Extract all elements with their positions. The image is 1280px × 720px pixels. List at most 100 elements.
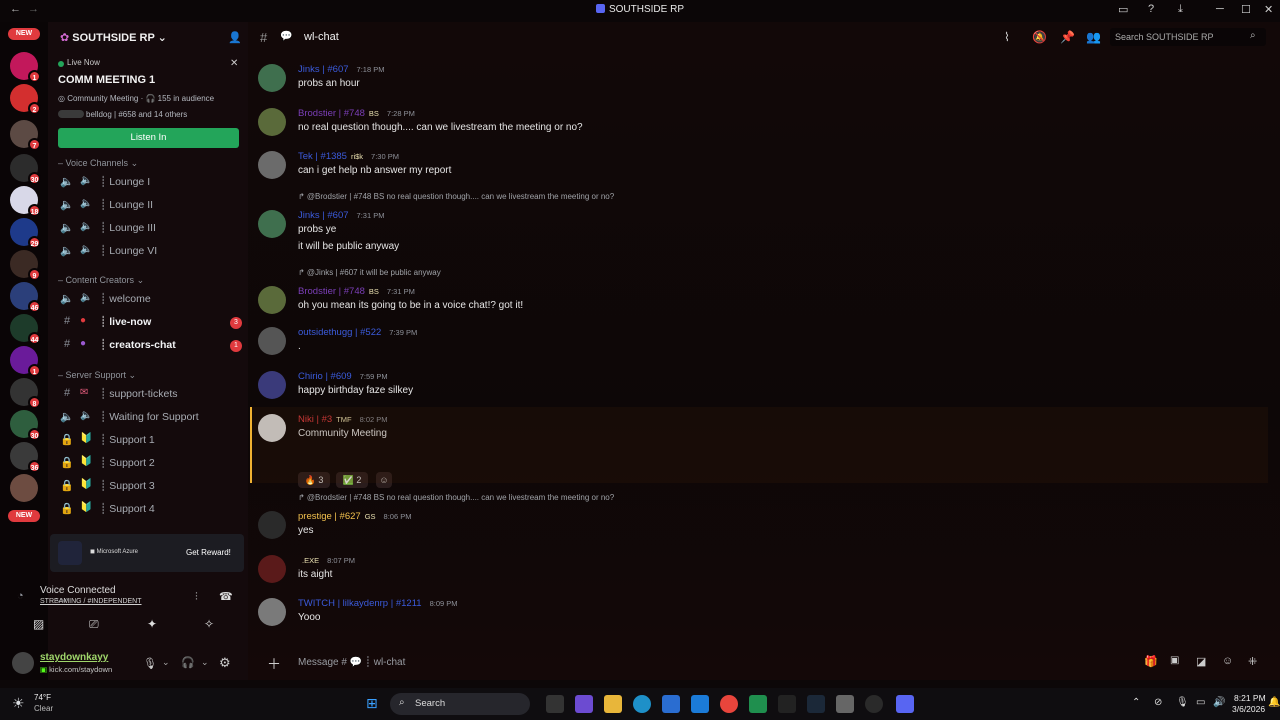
author-name[interactable]: prestige | #627 (298, 511, 361, 522)
avatar[interactable] (258, 210, 286, 238)
pin-icon[interactable]: 📌 (1060, 30, 1075, 44)
add-member-icon[interactable]: 👤 (228, 31, 242, 44)
add-attachment-icon[interactable]: ＋ (267, 654, 281, 674)
channel-creators-chat[interactable]: # ● ┊ creators-chat 1 (56, 335, 242, 356)
minimize-icon[interactable]: ─ (1216, 3, 1224, 15)
username[interactable]: staydownkayy (40, 652, 108, 663)
steam-icon[interactable] (807, 695, 825, 713)
avatar[interactable] (258, 327, 286, 355)
message-author[interactable]: outsidethugg | #522 7:39 PM (298, 327, 417, 338)
avatar[interactable] (258, 511, 286, 539)
message-author[interactable]: Jinks | #607 7:31 PM (298, 210, 384, 221)
settings-gear-icon[interactable]: ⚙ (219, 655, 231, 671)
gift-icon[interactable]: 🎁 (1144, 655, 1158, 668)
noise-suppression-icon[interactable]: ⫶ (195, 591, 198, 604)
server-icon[interactable]: 7 (10, 120, 41, 151)
chrome-icon[interactable] (720, 695, 738, 713)
outlook-icon[interactable] (691, 695, 709, 713)
message-author[interactable]: Brodstier | #748 BS 7:28 PM (298, 108, 415, 119)
get-reward-button[interactable]: Get Reward! (186, 548, 231, 557)
channel-support-3[interactable]: 🔒 🔰 ┊ Support 3 (56, 476, 242, 497)
avatar[interactable] (258, 108, 286, 136)
channel-lounge-i[interactable]: 🔈 🔈 ┊ Lounge I (56, 172, 242, 193)
apps-icon[interactable]: ⁜ (1248, 655, 1257, 668)
category-content-creators[interactable]: – Content Creators ⌄ (58, 275, 144, 286)
message-author[interactable]: TWITCH | lilkaydenrp | #1211 8:09 PM (298, 598, 458, 609)
author-name[interactable]: Brodstier | #748 (298, 286, 365, 297)
server-icon[interactable] (10, 474, 38, 502)
server-icon[interactable]: 46 (10, 282, 41, 313)
channel-lounge-ii[interactable]: 🔈 🔈 ┊ Lounge II (56, 195, 242, 216)
server-icon[interactable]: 1 (10, 52, 41, 83)
start-icon[interactable]: ⊞ (366, 695, 378, 712)
listen-in-button[interactable]: Listen In (58, 128, 239, 148)
server-icon[interactable]: 29 (10, 218, 41, 249)
server-icon[interactable]: 2 (10, 84, 41, 115)
file-explorer-icon[interactable] (604, 695, 622, 713)
reply-preview[interactable]: ↱ @Jinks | #607 it will be public anyway (298, 268, 441, 277)
author-name[interactable]: outsidethugg | #522 (298, 327, 381, 338)
edge-icon[interactable] (633, 695, 651, 713)
search-input[interactable]: Search SOUTHSIDE RP ⌕ (1110, 28, 1266, 46)
emoji-icon[interactable]: ☺ (1222, 655, 1233, 667)
message-author[interactable]: Brodstier | #748 BS 7:31 PM (298, 286, 415, 297)
app-icon[interactable] (749, 695, 767, 713)
task-view-icon[interactable] (546, 695, 564, 713)
channel-support-2[interactable]: 🔒 🔰 ┊ Support 2 (56, 453, 242, 474)
tray-chevron-icon[interactable]: ⌃ (1132, 697, 1140, 708)
copilot-icon[interactable] (575, 695, 593, 713)
tray-icon[interactable]: ⊘ (1154, 697, 1162, 708)
channel-live-now[interactable]: # ● ┊ live-now 3 (56, 312, 242, 333)
channel-lounge-iii[interactable]: 🔈 🔈 ┊ Lounge III (56, 218, 242, 239)
store-icon[interactable] (662, 695, 680, 713)
server-icon[interactable]: 8 (10, 378, 41, 409)
app-icon[interactable] (865, 695, 883, 713)
avatar[interactable] (258, 371, 286, 399)
server-icon[interactable]: 18 (10, 186, 41, 217)
screen-share-icon[interactable]: ⎚ (89, 617, 99, 632)
channel-support-tickets[interactable]: # ✉ ┊ support-tickets (56, 384, 242, 405)
server-icon[interactable]: 1 (10, 346, 41, 377)
microphone-icon[interactable]: 🎙 (143, 657, 157, 670)
close-icon[interactable]: ✕ (1264, 3, 1273, 16)
taskbar-search[interactable]: ⌕ Search (390, 693, 530, 715)
channel-support-4[interactable]: 🔒 🔰 ┊ Support 4 (56, 499, 242, 520)
message-composer[interactable]: ＋ Message # 💬 ┊ wl-chat 🎁 ▣ ◪ ☺ ⁜ (258, 652, 1270, 674)
members-icon[interactable]: 👥 (1086, 30, 1101, 44)
volume-icon[interactable]: 🔊 (1213, 697, 1225, 708)
chevron-down-icon[interactable]: ⌄ (201, 657, 209, 668)
message-author[interactable]: Tek | #1385 ri$k 7:30 PM (298, 151, 399, 162)
message-author[interactable]: .EXE 8:07 PM (298, 555, 355, 566)
category-voice-channels[interactable]: – Voice Channels ⌄ (58, 158, 138, 169)
avatar[interactable] (258, 151, 286, 179)
maximize-icon[interactable]: ☐ (1241, 3, 1251, 16)
mic-tray-icon[interactable]: 🎙 (1176, 697, 1189, 708)
headphones-icon[interactable]: 🎧 (181, 656, 195, 669)
reply-preview[interactable]: ↱ @Brodstier | #748 BS no real question … (298, 192, 614, 201)
mute-bell-icon[interactable]: 🔕 (1032, 30, 1047, 44)
discord-icon[interactable] (896, 695, 914, 713)
avatar[interactable] (258, 286, 286, 314)
server-name[interactable]: ✿ SOUTHSIDE RP ⌄ (60, 31, 167, 44)
threads-icon[interactable]: ⌇ (1004, 30, 1010, 44)
message-author[interactable]: Jinks | #607 7:18 PM (298, 64, 384, 75)
sticker-icon[interactable]: ◪ (1196, 655, 1206, 668)
author-name[interactable]: Jinks | #607 (298, 64, 349, 75)
message-author[interactable]: Chirio | #609 7:59 PM (298, 371, 388, 382)
avatar[interactable] (12, 652, 34, 674)
activity-icon[interactable]: ✦ (147, 617, 157, 631)
author-name[interactable]: TWITCH | lilkaydenrp | #1211 (298, 598, 422, 609)
help-icon[interactable]: ? (1148, 3, 1154, 15)
author-name[interactable]: Jinks | #607 (298, 210, 349, 221)
settings-icon[interactable] (836, 695, 854, 713)
download-icon[interactable]: ⤓ (1178, 3, 1183, 16)
author-name[interactable]: Tek | #1385 (298, 151, 347, 162)
soundboard-icon[interactable]: ✧ (204, 617, 214, 631)
reply-preview[interactable]: ↱ @Brodstier | #748 BS no real question … (298, 493, 614, 502)
voice-channel-link[interactable]: STREAMING / #INDEPENDENT (40, 598, 142, 605)
channel-support-1[interactable]: 🔒 🔰 ┊ Support 1 (56, 430, 242, 451)
server-icon[interactable]: 30 (10, 154, 41, 185)
channel-waiting-for-support[interactable]: 🔈 🔈 ┊ Waiting for Support (56, 407, 242, 428)
channel-lounge-vi[interactable]: 🔈 🔈 ┊ Lounge VI (56, 241, 242, 262)
author-name[interactable]: Chirio | #609 (298, 371, 352, 382)
